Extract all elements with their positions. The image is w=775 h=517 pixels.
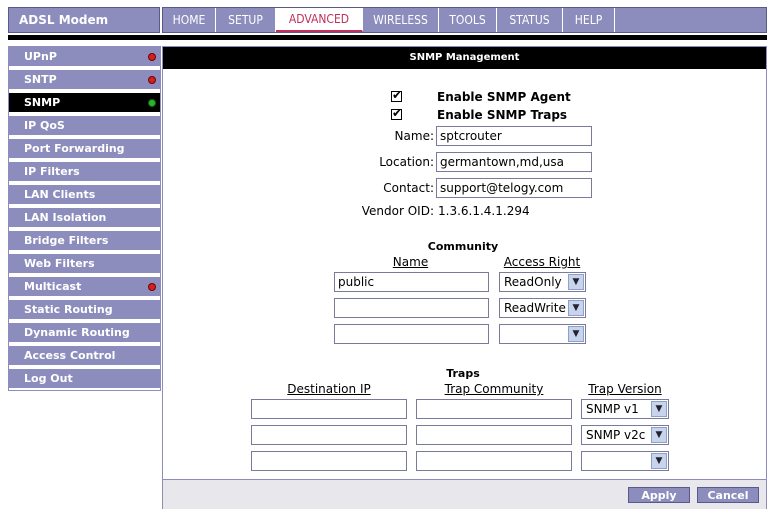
community-name-input[interactable] [334, 298, 489, 318]
tab-help[interactable]: HELP [563, 8, 615, 32]
cancel-button[interactable]: Cancel [697, 487, 759, 503]
sidebar-item-label: IP QoS [24, 119, 65, 132]
sidebar-item-port-forwarding[interactable]: Port Forwarding [9, 139, 160, 159]
trap-version-value: SNMP v1 [586, 402, 639, 416]
sidebar-item-label: Access Control [24, 349, 116, 362]
enable-agent-checkbox[interactable] [391, 88, 402, 102]
community-name-header: Name [392, 255, 429, 269]
sidebar-item-multicast[interactable]: Multicast [9, 277, 160, 297]
trap-destination-input[interactable] [251, 425, 407, 445]
chevron-down-icon: ▼ [568, 326, 584, 342]
sidebar-item-label: Dynamic Routing [24, 326, 130, 339]
sidebar-item-label: SNTP [24, 73, 57, 86]
tab-wireless[interactable]: WIRELESS [363, 8, 439, 32]
sidebar-item-bridge-filters[interactable]: Bridge Filters [9, 231, 160, 251]
trap-destination-input[interactable] [251, 399, 407, 419]
vendor-oid-label: Vendor OID: [361, 204, 434, 218]
trap-version-header: Trap Version [588, 382, 662, 396]
access-right-select[interactable]: ReadOnly ▼ [499, 272, 586, 292]
apply-button[interactable]: Apply [628, 487, 690, 503]
sidebar-item-snmp[interactable]: SNMP [9, 93, 160, 113]
enable-traps-label: Enable SNMP Traps [437, 108, 568, 122]
sidebar-item-ip-filters[interactable]: IP Filters [9, 162, 160, 182]
sidebar-item-label: Multicast [24, 280, 82, 293]
sidebar-item-sntp[interactable]: SNTP [9, 70, 160, 90]
enable-traps-checkbox[interactable] [391, 106, 402, 120]
sidebar-item-ip-qos[interactable]: IP QoS [9, 116, 160, 136]
tab-tools[interactable]: TOOLS [439, 8, 497, 32]
trap-community-input[interactable] [416, 425, 572, 445]
sidebar-item-label: UPnP [24, 50, 57, 63]
status-dot-icon [148, 53, 156, 61]
top-navigation: HOME SETUP ADVANCED WIRELESS TOOLS STATU… [162, 7, 767, 33]
sidebar: UPnP SNTP SNMP IP QoS Port Forwarding IP… [8, 46, 161, 391]
trap-community-input[interactable] [416, 451, 572, 471]
sidebar-item-upnp[interactable]: UPnP [9, 47, 160, 67]
sidebar-item-label: IP Filters [24, 165, 80, 178]
trap-version-value: SNMP v2c [586, 428, 646, 442]
location-input[interactable] [436, 152, 592, 172]
trap-community-header: Trap Community [444, 382, 544, 396]
traps-title: Traps [446, 367, 480, 380]
status-dot-icon [148, 283, 156, 291]
tab-setup[interactable]: SETUP [216, 8, 276, 32]
trap-version-select[interactable]: ▼ [581, 451, 669, 471]
vendor-oid-value: 1.3.6.1.4.1.294 [438, 204, 530, 218]
status-dot-icon [148, 76, 156, 84]
trap-destination-input[interactable] [251, 451, 407, 471]
sidebar-item-label: SNMP [24, 96, 61, 109]
enable-agent-label: Enable SNMP Agent [437, 90, 571, 104]
contact-label: Contact: [383, 181, 434, 195]
sidebar-item-label: Port Forwarding [24, 142, 125, 155]
sidebar-item-label: LAN Isolation [24, 211, 107, 224]
tab-advanced[interactable]: ADVANCED [276, 8, 363, 32]
sidebar-item-static-routing[interactable]: Static Routing [9, 300, 160, 320]
sidebar-item-label: Bridge Filters [24, 234, 109, 247]
name-input[interactable] [436, 126, 592, 146]
sidebar-item-access-control[interactable]: Access Control [9, 346, 160, 366]
trap-version-select[interactable]: SNMP v2c ▼ [581, 425, 669, 445]
community-access-header: Access Right [503, 255, 581, 269]
brand-title: ADSL Modem [19, 13, 109, 27]
tab-status[interactable]: STATUS [497, 8, 563, 32]
sidebar-item-label: Static Routing [24, 303, 113, 316]
main-panel: SNMP Management Enable SNMP Agent Enable… [162, 46, 767, 509]
chevron-down-icon: ▼ [651, 453, 667, 469]
brand-bar: ADSL Modem [8, 7, 160, 33]
sidebar-item-dynamic-routing[interactable]: Dynamic Routing [9, 323, 160, 343]
sidebar-item-web-filters[interactable]: Web Filters [9, 254, 160, 274]
trap-community-input[interactable] [416, 399, 572, 419]
chevron-down-icon: ▼ [651, 401, 667, 417]
sidebar-item-lan-clients[interactable]: LAN Clients [9, 185, 160, 205]
access-right-select[interactable]: ReadWrite ▼ [499, 298, 586, 318]
status-dot-icon [148, 99, 156, 107]
tab-home[interactable]: HOME [163, 8, 216, 32]
trap-destination-header: Destination IP [287, 382, 371, 396]
community-name-input[interactable] [334, 272, 489, 292]
community-name-input[interactable] [334, 324, 489, 344]
action-bar: Apply Cancel [163, 479, 766, 509]
sidebar-item-log-out[interactable]: Log Out [9, 369, 160, 389]
access-right-value: ReadWrite [504, 301, 566, 315]
access-right-select[interactable]: ▼ [499, 324, 586, 344]
sidebar-item-label: Web Filters [24, 257, 95, 270]
page-title: SNMP Management [163, 47, 766, 69]
chevron-down-icon: ▼ [568, 274, 584, 290]
sidebar-item-label: Log Out [24, 372, 73, 385]
access-right-value: ReadOnly [504, 275, 562, 289]
community-title: Community [427, 240, 499, 253]
sidebar-item-label: LAN Clients [24, 188, 96, 201]
sidebar-item-lan-isolation[interactable]: LAN Isolation [9, 208, 160, 228]
location-label: Location: [379, 155, 434, 169]
name-label: Name: [394, 129, 434, 143]
contact-input[interactable] [436, 178, 592, 198]
chevron-down-icon: ▼ [568, 300, 584, 316]
trap-version-select[interactable]: SNMP v1 ▼ [581, 399, 669, 419]
chevron-down-icon: ▼ [651, 427, 667, 443]
header-divider [8, 35, 767, 40]
